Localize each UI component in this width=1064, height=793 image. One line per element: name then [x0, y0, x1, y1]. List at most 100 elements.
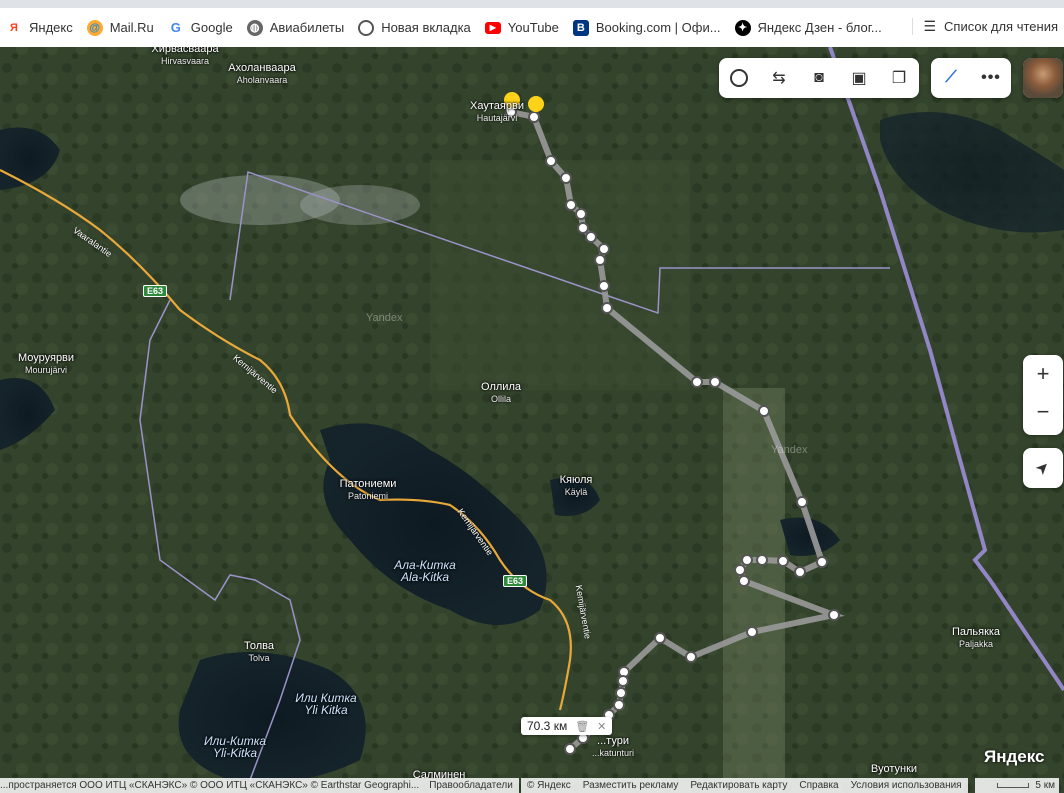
route-point[interactable] — [613, 699, 625, 711]
route-point[interactable] — [560, 172, 572, 184]
close-icon[interactable]: ✕ — [597, 720, 606, 733]
photos-button[interactable]: ◙ — [799, 59, 839, 97]
bookmark-google[interactable]: G Google — [167, 19, 233, 36]
copyright-yandex[interactable]: © Яндекс — [527, 780, 571, 791]
plus-icon: + — [1036, 361, 1050, 386]
route-point[interactable] — [756, 554, 768, 566]
advertise-link[interactable]: Разместить рекламу — [583, 780, 679, 791]
road-shield-e63: E63 — [143, 285, 168, 297]
place-mourujarvi[interactable]: Моуруярви Mourujärvi — [18, 352, 74, 376]
layers-button[interactable] — [719, 59, 759, 97]
bookmark-youtube[interactable]: ▶ YouTube — [484, 20, 559, 35]
place-name: Вуотунки — [870, 763, 918, 775]
bookmarks-bar: Я Яндекс @ Mail.Ru G Google ◍ Авиабилеты… — [0, 8, 1064, 48]
place-name: Хирвасваара — [151, 47, 219, 55]
route-point[interactable] — [601, 302, 613, 314]
place-paljakka[interactable]: Пальякка Paljakka — [952, 626, 1000, 650]
place-name-fi: Aholanvaara — [236, 75, 288, 85]
place-patoniemi[interactable]: Патониеми Patoniemi — [340, 478, 397, 502]
place-name: Хаутаярви — [470, 100, 524, 112]
more-button[interactable]: ••• — [971, 59, 1011, 97]
place-vuotunki[interactable]: Вуотунки — [871, 763, 917, 775]
lake-label-yli-kitka-2[interactable]: Или-Китка Yli-Kitka — [204, 735, 266, 759]
bookmark-label: Яндекс — [29, 20, 73, 35]
route-point[interactable] — [758, 405, 770, 417]
geolocation-button[interactable]: ➤ — [1023, 448, 1063, 488]
place-name-fi: Paljakka — [958, 639, 994, 649]
panorama-icon: ⇆ — [772, 70, 786, 87]
place-ollila[interactable]: Оллила Ollila — [481, 381, 521, 405]
place-name-fi: Yli Kitka — [304, 703, 348, 717]
yandex-logo[interactable]: Яндекс — [984, 747, 1044, 767]
transport-button[interactable]: ▣ — [839, 59, 879, 97]
place-name: Ахоланваара — [228, 62, 296, 74]
more-icon: ••• — [981, 69, 1001, 86]
place-hautajarvi[interactable]: Хаутаярви Hautajärvi — [470, 100, 524, 124]
help-link[interactable]: Справка — [799, 780, 838, 791]
place-name: Кяюля — [559, 474, 593, 486]
camera-icon: ◙ — [814, 69, 824, 86]
place-name: Пальякка — [951, 626, 1001, 638]
route-point[interactable] — [746, 626, 758, 638]
route-point[interactable] — [734, 564, 746, 576]
zoom-control: + − — [1023, 355, 1063, 435]
bookmark-zen[interactable]: ✦ Яндекс Дзен - блог... — [734, 19, 882, 36]
route-point[interactable] — [615, 687, 627, 699]
route-point[interactable] — [738, 575, 750, 587]
bookmark-new-tab[interactable]: Новая вкладка — [358, 19, 471, 36]
route-point[interactable] — [816, 556, 828, 568]
map-layers-icon: ❐ — [891, 70, 907, 87]
scale-label: 5 км — [1035, 780, 1055, 791]
route-point[interactable] — [617, 675, 629, 687]
route-point[interactable] — [796, 496, 808, 508]
terms-link[interactable]: Условия использования — [851, 780, 962, 791]
place-name-fi: Yli-Kitka — [212, 746, 258, 760]
route-point[interactable] — [545, 155, 557, 167]
bookmark-label: Новая вкладка — [381, 20, 471, 35]
place-name: Патониеми — [339, 478, 397, 490]
trash-icon[interactable]: 🗑 — [575, 720, 589, 733]
reading-list-button[interactable]: ☰ Список для чтения — [912, 18, 1058, 35]
route-point[interactable] — [564, 743, 576, 755]
route-point[interactable] — [577, 222, 589, 234]
start-marker[interactable] — [528, 96, 544, 112]
route-point[interactable] — [594, 254, 606, 266]
route-point[interactable] — [691, 376, 703, 388]
place-tolva[interactable]: Толва Tolva — [244, 640, 274, 664]
place-katunturi[interactable]: ...тури ...katunturi — [592, 735, 634, 759]
panorama-button[interactable]: ⇆ — [759, 59, 799, 97]
route-point[interactable] — [598, 243, 610, 255]
map-view[interactable]: Хирвасваара Hirvasvaara Ахоланваара Aholan… — [0, 47, 1064, 793]
place-name-fi: Mourujärvi — [24, 365, 67, 375]
route-point[interactable] — [598, 280, 610, 292]
route-point[interactable] — [528, 111, 540, 123]
route-point[interactable] — [741, 554, 753, 566]
route-point[interactable] — [777, 555, 789, 567]
route-point[interactable] — [565, 199, 577, 211]
bookmark-yandex[interactable]: Я Яндекс — [6, 19, 73, 36]
avatar-icon — [1023, 58, 1063, 98]
map-type-button[interactable]: ❐ — [879, 59, 919, 97]
place-hirvasvaara[interactable]: Хирвасваара Hirvasvaara — [151, 47, 218, 67]
route-point[interactable] — [654, 632, 666, 644]
route-point[interactable] — [575, 208, 587, 220]
bookmark-booking[interactable]: B Booking.com | Офи... — [572, 19, 721, 36]
ruler-button[interactable]: ⟋ — [931, 59, 971, 97]
route-point[interactable] — [709, 376, 721, 388]
route-point[interactable] — [828, 609, 840, 621]
edit-map-link[interactable]: Редактировать карту — [690, 780, 787, 791]
zoom-out-button[interactable]: − — [1023, 393, 1063, 431]
user-avatar[interactable] — [1023, 58, 1063, 98]
place-aholanvaara[interactable]: Ахоланваара Aholanvaara — [228, 62, 295, 86]
zoom-in-button[interactable]: + — [1023, 355, 1063, 393]
bookmark-mailru[interactable]: @ Mail.Ru — [86, 19, 154, 36]
lake-label-yli-kitka[interactable]: Или Китка Yli Kitka — [295, 692, 356, 716]
route-point[interactable] — [685, 651, 697, 663]
map-watermark: Yandex — [366, 312, 403, 324]
route-point[interactable] — [794, 566, 806, 578]
place-kayla[interactable]: Кяюля Käylä — [560, 474, 593, 498]
lake-label-ala-kitka[interactable]: Ала-Китка Ala-Kitka — [394, 559, 456, 583]
route-point[interactable] — [585, 231, 597, 243]
bookmark-aviabilety[interactable]: ◍ Авиабилеты — [246, 19, 344, 36]
rights-holders-link[interactable]: Правообладатели — [429, 780, 513, 791]
